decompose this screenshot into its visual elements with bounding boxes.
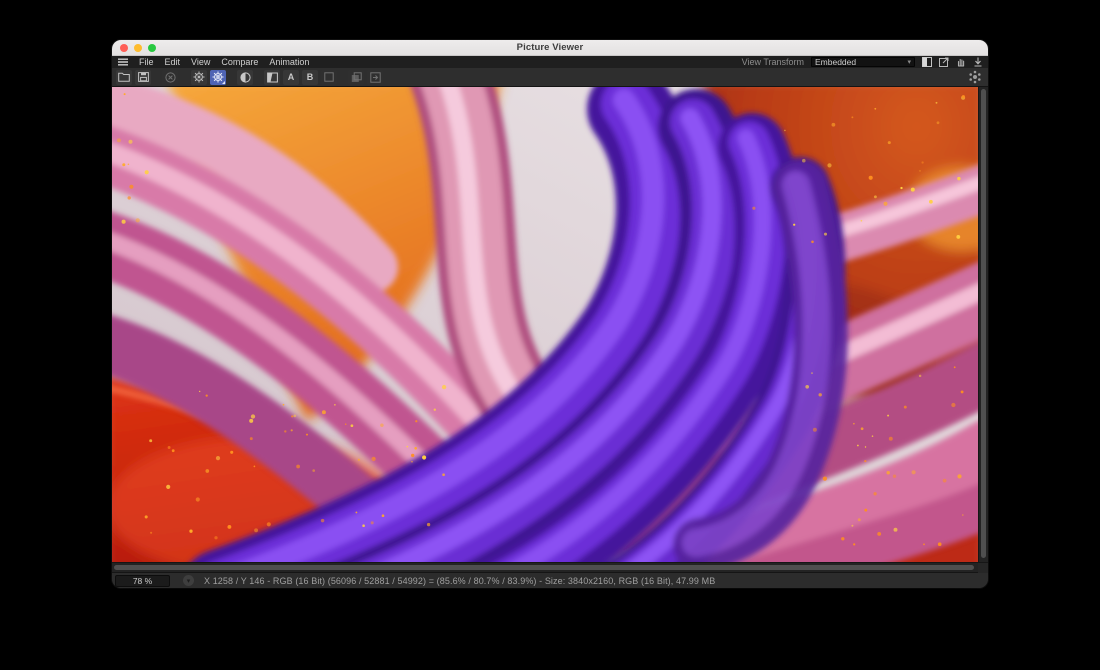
frame-button	[321, 70, 337, 85]
titlebar[interactable]: Picture Viewer	[112, 40, 988, 56]
horizontal-scrollbar-thumb[interactable]	[114, 565, 974, 570]
folder-icon	[118, 72, 130, 82]
menubar: File Edit View Compare Animation View Tr…	[112, 56, 988, 68]
download-icon[interactable]	[973, 57, 983, 67]
menu-animation[interactable]: Animation	[269, 57, 309, 67]
chevron-down-icon: ▾	[907, 58, 911, 66]
desktop-background: Picture Viewer File Edit View Compare An…	[0, 0, 1100, 670]
menu-compare[interactable]: Compare	[221, 57, 258, 67]
picture-viewer-window: Picture Viewer File Edit View Compare An…	[112, 40, 988, 588]
scrollbar-corner	[978, 563, 988, 573]
square-arrow-icon	[370, 72, 381, 83]
viewport	[112, 87, 988, 562]
compare-contrast-button[interactable]	[237, 70, 253, 85]
move-image-button	[367, 70, 383, 85]
save-image-button[interactable]	[135, 70, 151, 85]
view-transform-value: Embedded	[815, 57, 856, 67]
filter-settings-button[interactable]	[191, 70, 207, 85]
rendered-image[interactable]	[112, 87, 978, 562]
close-circle-icon	[165, 72, 176, 83]
stop-render-button	[162, 70, 178, 85]
a-label: A	[288, 72, 295, 82]
abstract-render-artwork	[112, 87, 978, 562]
statusbar: 78 % ▾ X 1258 / Y 146 - RGB (16 Bit) (56…	[112, 572, 988, 588]
gear-x-icon	[193, 71, 205, 83]
render-queue-atom-icon[interactable]	[968, 70, 982, 84]
window-title: Picture Viewer	[112, 42, 988, 53]
open-file-button[interactable]	[116, 70, 132, 85]
menu-view[interactable]: View	[191, 57, 210, 67]
zoom-dropdown-button[interactable]: ▾	[183, 575, 194, 586]
filter-button[interactable]	[210, 70, 226, 85]
toolbar: A B	[112, 68, 988, 87]
horizontal-scrollbar[interactable]	[112, 563, 978, 573]
contrast-circle-icon	[240, 72, 251, 83]
view-transform-dropdown[interactable]: Embedded ▾	[811, 57, 915, 67]
pan-hand-icon[interactable]	[956, 57, 966, 67]
square-icon	[324, 72, 334, 82]
menu-file[interactable]: File	[139, 57, 154, 67]
split-compare-icon[interactable]	[922, 57, 932, 67]
detach-window-icon[interactable]	[939, 57, 949, 67]
floppy-disk-icon	[138, 72, 149, 82]
menu-edit[interactable]: Edit	[165, 57, 181, 67]
view-transform-label: View Transform	[742, 57, 804, 67]
ab-split-icon	[267, 72, 278, 83]
set-b-button[interactable]: B	[302, 70, 318, 85]
pixel-info-text: X 1258 / Y 146 - RGB (16 Bit) (56096 / 5…	[204, 576, 715, 586]
set-a-button[interactable]: A	[283, 70, 299, 85]
compare-ab-button[interactable]	[264, 70, 280, 85]
vertical-scrollbar[interactable]	[978, 87, 988, 562]
hamburger-menu-icon[interactable]	[118, 58, 128, 66]
dropdown-corner-indicator	[222, 81, 225, 84]
vertical-scrollbar-thumb[interactable]	[981, 89, 986, 558]
copy-image-button	[348, 70, 364, 85]
zoom-level-input[interactable]: 78 %	[115, 575, 170, 587]
b-label: B	[307, 72, 314, 82]
copy-layers-icon	[351, 72, 362, 83]
